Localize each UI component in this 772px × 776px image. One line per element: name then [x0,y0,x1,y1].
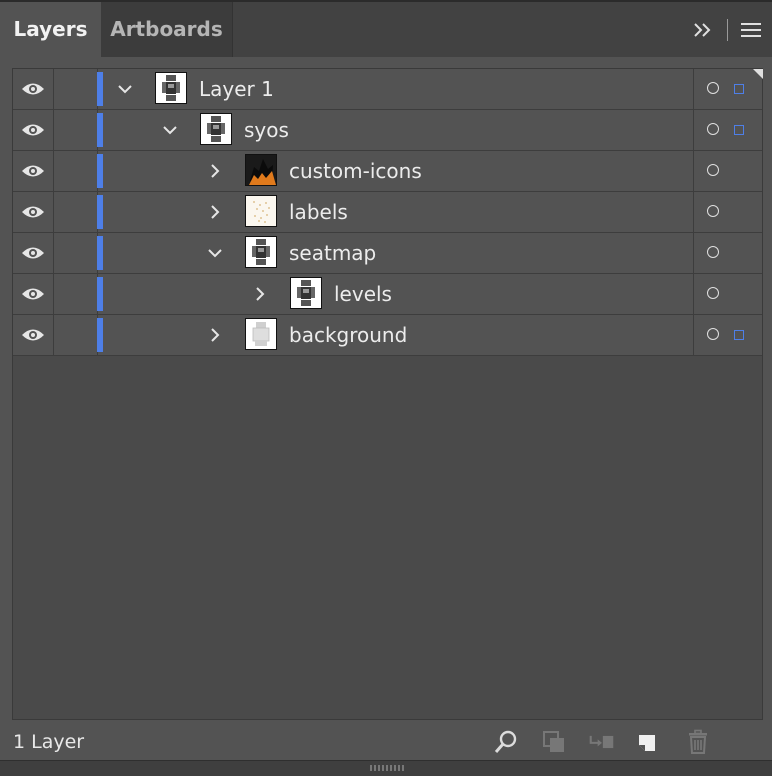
locate-object-icon[interactable] [493,729,519,755]
selected-art-indicator[interactable] [734,330,744,340]
chevron-down-icon[interactable] [159,119,181,141]
target-circle-icon[interactable] [707,205,719,217]
target-cell[interactable] [693,110,763,150]
visibility-toggle[interactable] [13,110,54,150]
layer-row[interactable]: syos [13,110,762,151]
layer-row[interactable]: background [13,315,762,356]
visibility-toggle[interactable] [13,69,54,109]
lock-toggle[interactable] [54,151,98,191]
eye-icon [22,329,44,341]
target-cell[interactable] [693,274,763,314]
delete-icon[interactable] [685,729,711,755]
lock-toggle[interactable] [54,233,98,273]
eye-icon [22,124,44,136]
robot-map-thumbnail [200,113,232,145]
target-cell[interactable] [693,192,763,232]
target-cell[interactable] [693,315,763,355]
chevron-right-icon[interactable] [204,201,226,223]
eye-icon [22,165,44,177]
tab-bar: Layers Artboards [0,0,772,57]
target-circle-icon[interactable] [707,246,719,258]
layer-color-bar [97,154,103,188]
eye-icon [22,206,44,218]
layer-color-bar [97,236,103,270]
layer-row[interactable]: seatmap [13,233,762,274]
layer-color-bar [97,72,103,106]
target-circle-icon[interactable] [707,82,719,94]
visibility-toggle[interactable] [13,233,54,273]
layer-color-bar [97,113,103,147]
eye-icon [22,247,44,259]
layer-color-bar [97,318,103,352]
resize-grip[interactable] [0,760,772,776]
selected-art-indicator[interactable] [734,84,744,94]
target-circle-icon[interactable] [707,287,719,299]
layers-panel: Layers Artboards Layer 1 syos custom-icons… [0,0,772,776]
collapse-icon[interactable] [691,18,715,42]
dark-icons-thumbnail [245,154,277,186]
eye-icon [22,288,44,300]
layer-color-bar [97,277,103,311]
layer-name[interactable]: levels [334,274,392,314]
chevron-down-icon[interactable] [114,78,136,100]
light-map-thumbnail [245,318,277,350]
tab-divider [727,18,728,41]
layer-name[interactable]: background [289,315,407,355]
chevron-down-icon[interactable] [204,242,226,264]
target-cell[interactable] [693,233,763,273]
create-sublayer-icon[interactable] [589,729,615,755]
layer-name[interactable]: Layer 1 [199,69,274,109]
robot-map-thumbnail [290,277,322,309]
lock-toggle[interactable] [54,192,98,232]
layer-name[interactable]: labels [289,192,348,232]
layer-count: 1 Layer [13,731,85,753]
lock-toggle[interactable] [54,110,98,150]
layer-row[interactable]: custom-icons [13,151,762,192]
layer-name[interactable]: seatmap [289,233,376,273]
eye-icon [22,83,44,95]
lock-toggle[interactable] [54,69,98,109]
robot-map-thumbnail [155,72,187,104]
grip-lines [370,765,404,771]
visibility-toggle[interactable] [13,315,54,355]
layer-row[interactable]: Layer 1 [13,69,763,110]
tab-artboards[interactable]: Artboards [101,2,233,57]
visibility-toggle[interactable] [13,274,54,314]
visibility-toggle[interactable] [13,192,54,232]
layer-name[interactable]: syos [244,110,289,150]
current-layer-indicator [753,69,763,79]
layer-color-bar [97,195,103,229]
panel-menu-icon[interactable] [740,21,762,39]
lock-toggle[interactable] [54,315,98,355]
target-cell[interactable] [693,151,763,191]
layer-name[interactable]: custom-icons [289,151,422,191]
panel-footer: 1 Layer [0,722,772,762]
target-circle-icon[interactable] [707,328,719,340]
target-circle-icon[interactable] [707,164,719,176]
layer-list: Layer 1 syos custom-icons labels seatmap leve… [12,68,763,720]
chevron-right-icon[interactable] [204,324,226,346]
dotted-labels-thumbnail [245,195,277,227]
target-circle-icon[interactable] [707,123,719,135]
panel-tools [691,2,762,57]
lock-toggle[interactable] [54,274,98,314]
chevron-right-icon[interactable] [249,283,271,305]
target-cell[interactable] [693,69,763,109]
make-clipping-mask-icon[interactable] [541,729,567,755]
layer-row[interactable]: levels [13,274,762,315]
robot-map-thumbnail [245,236,277,268]
new-layer-icon[interactable] [635,729,661,755]
selected-art-indicator[interactable] [734,125,744,135]
layer-row[interactable]: labels [13,192,762,233]
footer-tools [493,728,711,756]
visibility-toggle[interactable] [13,151,54,191]
tab-layers[interactable]: Layers [0,2,101,57]
chevron-right-icon[interactable] [204,160,226,182]
